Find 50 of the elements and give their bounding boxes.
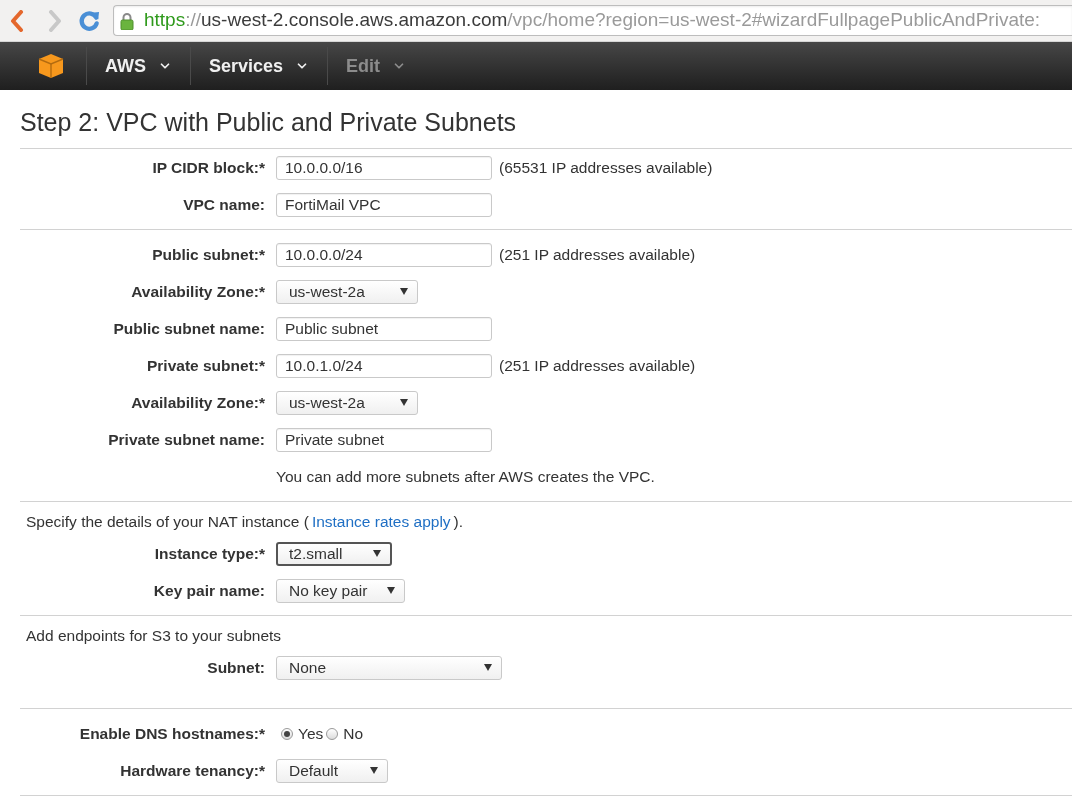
text-field[interactable]: 10.0.0.0/24	[276, 242, 492, 267]
field-label: Subnet:	[207, 657, 265, 678]
field-label: Hardware tenancy:*	[120, 760, 265, 781]
field-label: Key pair name:	[153, 580, 265, 601]
url-text: https://us-west-2.console.aws.amazon.com/vpc/home?region=us-west-2#wizardFullpagePublicAndPrivate:	[144, 8, 1041, 33]
field-label: VPC name:	[183, 194, 265, 215]
radio-label[interactable]: Yes	[298, 721, 324, 746]
section-intro: Specify the details of your NAT instance ( Instance rates apply ).	[26, 512, 465, 532]
page-title: Step 2: VPC with Public and Private Subnets	[20, 108, 518, 136]
field-label: Public subnet:*	[152, 244, 265, 265]
dropdown[interactable]: us-west-2a	[276, 390, 418, 415]
instance-rates-link[interactable]: Instance rates apply	[311, 513, 451, 530]
field-label: Enable DNS hostnames:*	[79, 723, 265, 744]
dropdown[interactable]: t2.small	[276, 541, 392, 566]
text-field[interactable]: FortiMail VPC	[276, 192, 492, 217]
radio-button[interactable]	[326, 727, 339, 740]
field-label: Public subnet name:	[113, 318, 265, 339]
dropdown[interactable]: None	[276, 655, 502, 680]
text-field[interactable]: Public subnet	[276, 316, 492, 341]
chevron-left-icon[interactable]	[10, 9, 24, 32]
field-label: IP CIDR block:*	[152, 157, 265, 178]
dropdown[interactable]: No key pair	[276, 578, 405, 603]
dropdown-caret-icon	[373, 550, 381, 557]
text-field[interactable]: 10.0.1.0/24	[276, 353, 492, 378]
dropdown[interactable]: us-west-2a	[276, 279, 418, 304]
field-hint: (65531 IP addresses available)	[499, 157, 713, 178]
help-text: You can add more subnets after AWS creates the VPC.	[276, 466, 655, 487]
nav-menu-button[interactable]: Services	[191, 42, 328, 90]
dropdown-caret-icon	[484, 664, 492, 671]
field-label: Availability Zone:*	[131, 281, 265, 302]
radio-button[interactable]	[281, 727, 293, 740]
field-label: Instance type:*	[154, 543, 265, 564]
circular-arrow-icon[interactable]	[78, 9, 101, 32]
nav-menu-button[interactable]: AWS	[87, 42, 190, 90]
dropdown-caret-icon	[400, 288, 408, 295]
field-label: Availability Zone:*	[131, 392, 265, 413]
address-bar[interactable]: https://us-west-2.console.aws.amazon.com/vpc/home?region=us-west-2#wizardFullpagePublicAndPrivate:	[113, 5, 1072, 36]
text-field[interactable]: Private subnet	[276, 427, 492, 452]
field-hint: (251 IP addresses available)	[499, 244, 696, 265]
section-intro: Add endpoints for S3 to your subnets	[26, 626, 283, 646]
field-label: Private subnet name:	[108, 429, 265, 450]
cube-logo	[38, 53, 64, 79]
field-label: Private subnet:*	[147, 355, 265, 376]
text-field[interactable]: 10.0.0.0/16	[276, 155, 492, 180]
dropdown[interactable]: Default	[276, 758, 388, 783]
field-hint: (251 IP addresses available)	[499, 355, 696, 376]
dropdown-caret-icon	[370, 767, 378, 774]
radio-label[interactable]: No	[343, 721, 364, 746]
dropdown-caret-icon	[400, 399, 408, 406]
dropdown-caret-icon	[387, 587, 395, 594]
